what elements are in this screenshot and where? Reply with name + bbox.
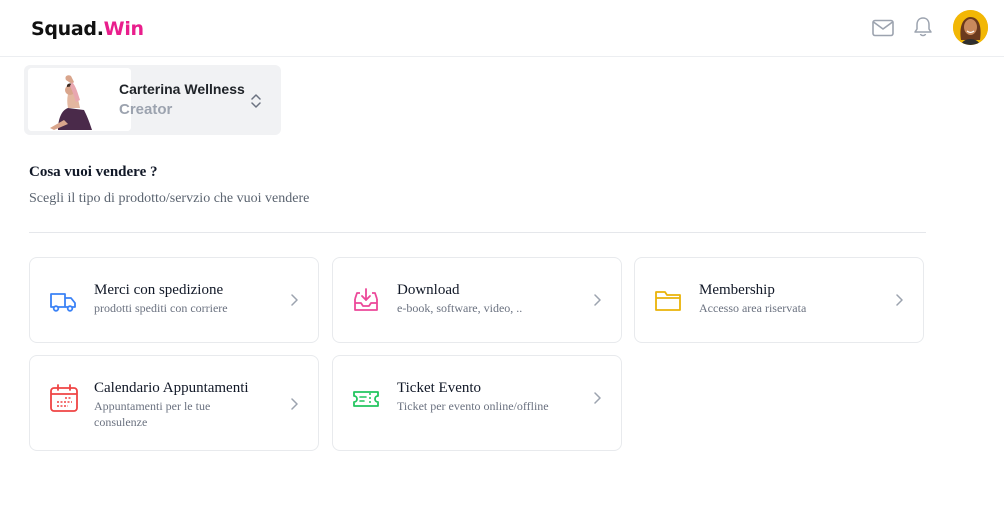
chevron-right-icon: [291, 398, 298, 410]
folder-icon: [655, 291, 681, 311]
bell-icon[interactable]: [913, 16, 933, 38]
creator-selector[interactable]: Carterina Wellness Creator: [24, 65, 281, 135]
card-description: Accesso area riservata: [699, 301, 807, 315]
card-description: e-book, software, video, ..: [397, 301, 523, 315]
user-avatar[interactable]: [953, 10, 988, 45]
card-description: Ticket per evento online/offline: [397, 399, 549, 413]
logo-text-primary: Squad.: [31, 18, 104, 40]
chevron-right-icon: [594, 392, 601, 404]
section-title: Cosa vuoi vendere ?: [29, 164, 158, 180]
product-card-ticket[interactable]: Ticket Evento Ticket per evento online/o…: [332, 355, 622, 451]
card-title: Calendario Appuntamenti: [94, 380, 249, 396]
logo[interactable]: Squad.Win: [31, 18, 144, 40]
card-description: Appuntamenti per le tue consulenze: [94, 399, 211, 429]
truck-icon: [50, 293, 76, 312]
chevron-right-icon: [896, 294, 903, 306]
product-card-shipping[interactable]: Merci con spedizione prodotti spediti co…: [29, 257, 319, 343]
product-card-membership[interactable]: Membership Accesso area riservata: [634, 257, 924, 343]
product-card-calendar[interactable]: Calendario Appuntamenti Appuntamenti per…: [29, 355, 319, 451]
product-card-download[interactable]: Download e-book, software, video, ..: [332, 257, 622, 343]
chevron-up-down-icon[interactable]: [250, 92, 262, 110]
logo-text-accent: Win: [103, 18, 144, 40]
calendar-icon: [50, 384, 78, 412]
top-bar: Squad.Win: [0, 0, 1004, 57]
chevron-right-icon: [594, 294, 601, 306]
ticket-icon: [353, 391, 379, 407]
section-subtitle: Scegli il tipo di prodotto/servzio che v…: [29, 191, 310, 206]
card-title: Membership: [699, 282, 775, 298]
creator-thumbnail: [28, 68, 131, 131]
card-title: Ticket Evento: [397, 380, 482, 396]
divider: [29, 232, 926, 233]
creator-role: Creator: [119, 101, 173, 118]
card-description: prodotti spediti con corriere: [94, 301, 228, 315]
mail-icon[interactable]: [872, 19, 894, 37]
chevron-right-icon: [291, 294, 298, 306]
inbox-download-icon: [354, 288, 378, 311]
card-title: Merci con spedizione: [94, 282, 224, 298]
card-title: Download: [397, 282, 460, 298]
creator-name: Carterina Wellness: [119, 81, 245, 97]
